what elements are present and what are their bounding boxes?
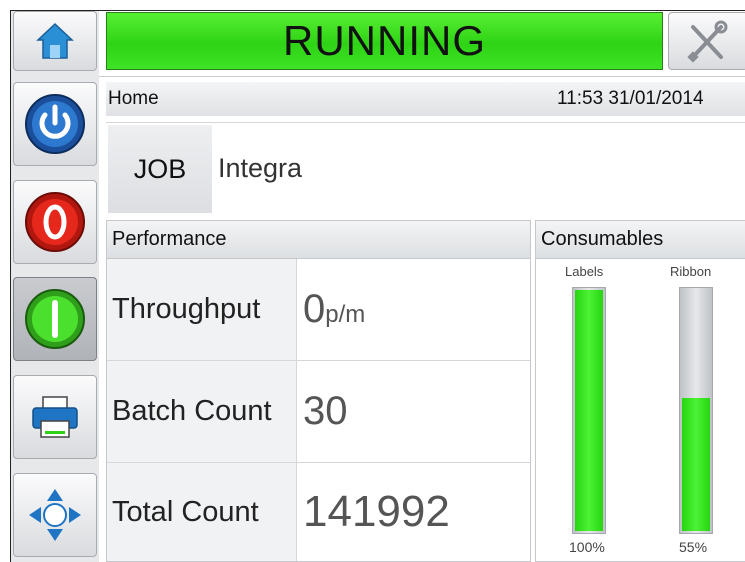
throughput-label: Throughput xyxy=(107,259,297,360)
header-row: Home 11:53 31/01/2014 xyxy=(106,82,745,116)
ribbon-level-bar xyxy=(679,287,713,534)
job-row[interactable]: JOB Integra xyxy=(106,122,745,215)
home-button[interactable] xyxy=(13,11,97,71)
navigate-button[interactable] xyxy=(13,473,97,557)
labels-level-bar xyxy=(572,287,606,534)
job-label: JOB xyxy=(108,125,212,213)
batch-count-label: Batch Count xyxy=(107,361,297,462)
printer-icon xyxy=(32,396,78,438)
batch-count-row: Batch Count 30 xyxy=(107,361,530,463)
job-name: Integra xyxy=(218,153,303,183)
start-icon xyxy=(25,289,85,349)
home-icon xyxy=(36,22,74,59)
throughput-unit: p/m xyxy=(325,301,366,328)
start-button[interactable] xyxy=(13,277,97,361)
ribbon-caption: Ribbon xyxy=(670,264,712,279)
power-icon xyxy=(25,94,85,154)
consumables-title: Consumables xyxy=(536,221,745,259)
batch-count-value: 30 xyxy=(303,389,348,433)
labels-percent: 100% xyxy=(569,539,605,555)
throughput-row: Throughput 0p/m xyxy=(107,259,530,361)
consumables-panel[interactable]: Consumables Labels 100% Ribbon 55% xyxy=(535,220,745,562)
breadcrumb: Home xyxy=(108,88,159,109)
tools-button[interactable] xyxy=(668,12,745,70)
screen: RUNNING Home 11:53 31/01/2014 JOB Integr… xyxy=(0,0,745,562)
divider xyxy=(99,76,745,77)
labels-caption: Labels xyxy=(565,264,604,279)
tools-icon xyxy=(687,20,728,63)
status-bar[interactable]: RUNNING xyxy=(106,12,663,70)
sidebar xyxy=(11,11,99,562)
throughput-value-wrap: 0p/m xyxy=(303,287,365,332)
status-label: RUNNING xyxy=(283,17,486,64)
total-count-value: 141992 xyxy=(303,487,450,536)
print-button[interactable] xyxy=(13,375,97,459)
frame-border xyxy=(10,10,745,11)
datetime: 11:53 31/01/2014 xyxy=(557,88,704,109)
ribbon-percent: 55% xyxy=(679,539,708,555)
ribbon-level-fill xyxy=(682,398,710,531)
total-count-row: Total Count 141992 xyxy=(107,463,530,561)
performance-title: Performance xyxy=(107,221,530,259)
labels-level-fill xyxy=(575,290,603,531)
navigate-icon xyxy=(29,489,81,541)
power-button[interactable] xyxy=(13,82,97,166)
stop-icon xyxy=(25,192,85,252)
performance-panel: Performance Throughput 0p/m Batch Count … xyxy=(106,220,531,562)
total-count-label: Total Count xyxy=(107,463,297,561)
stop-button[interactable] xyxy=(13,180,97,264)
throughput-value: 0 xyxy=(303,287,326,331)
